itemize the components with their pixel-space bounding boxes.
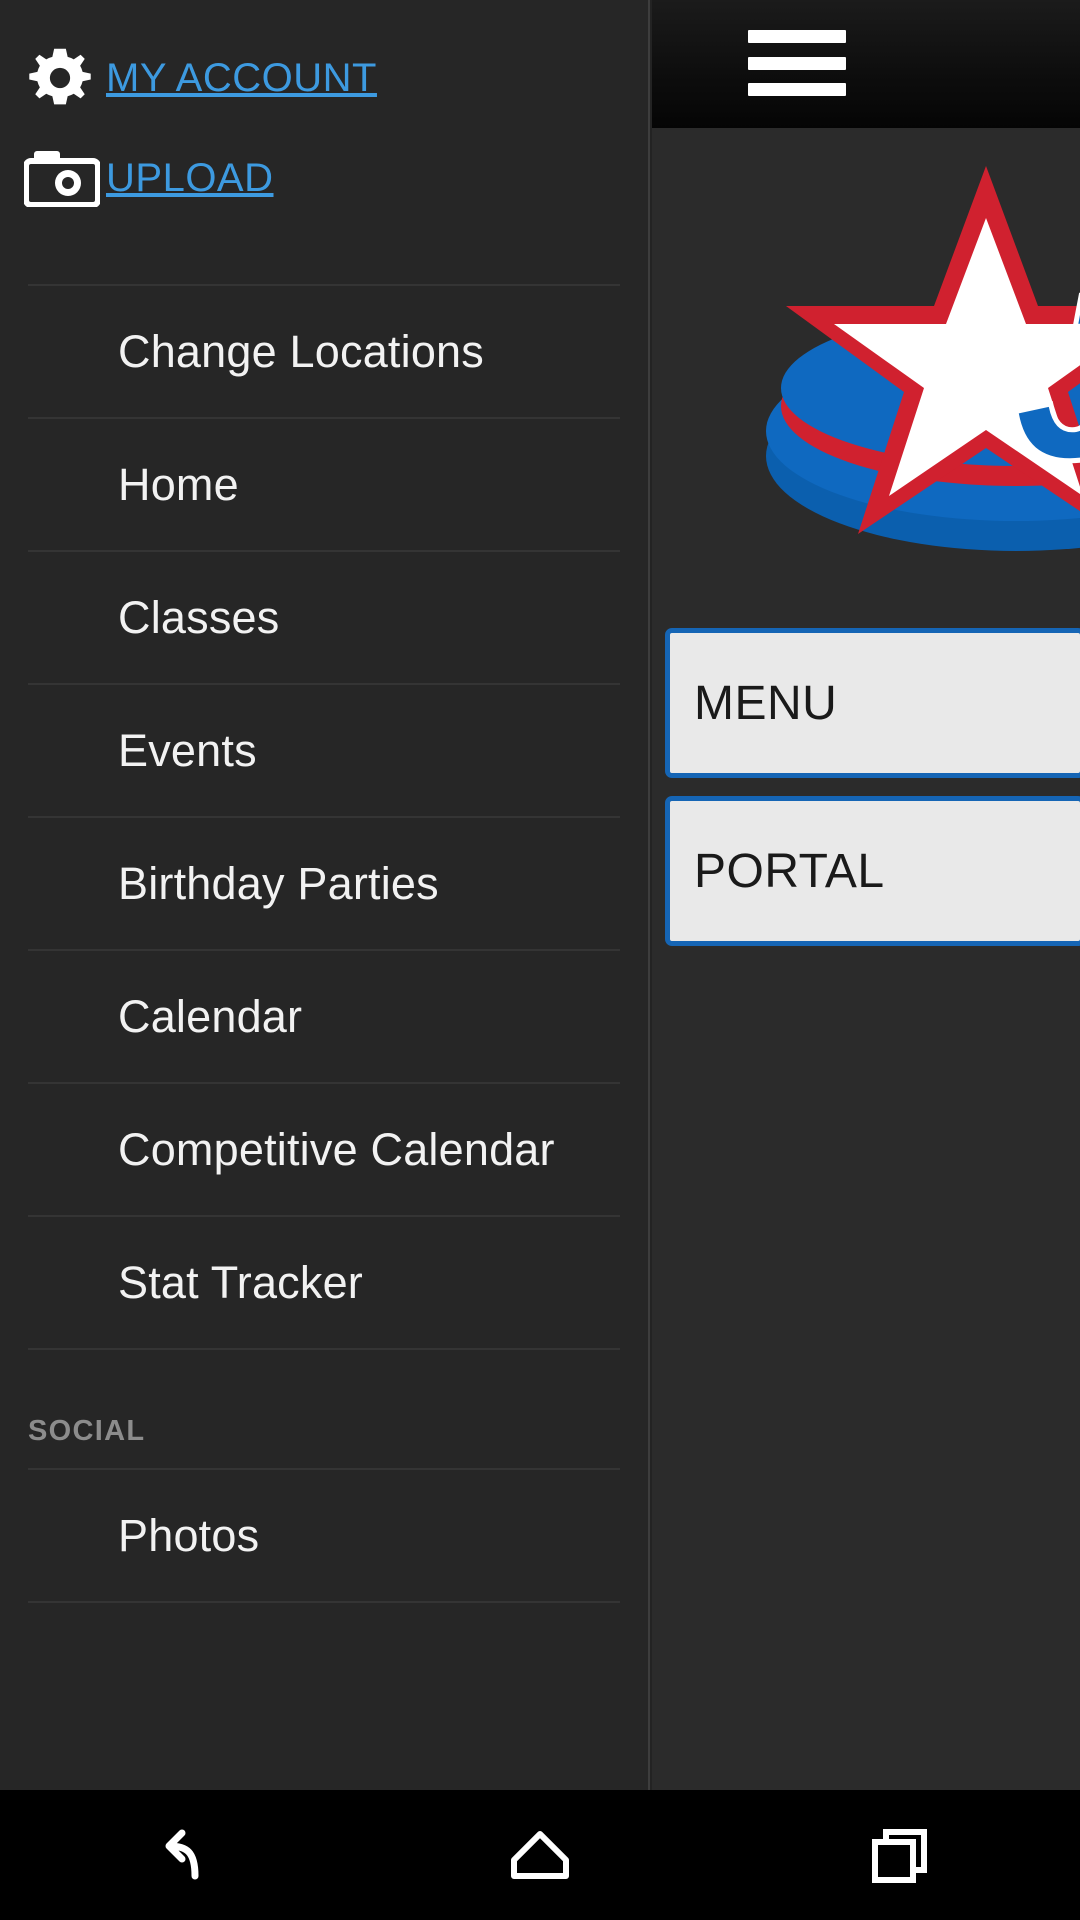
drawer-link-upload[interactable]: UPLOAD <box>0 128 648 228</box>
sidebar-item-home[interactable]: Home <box>0 419 648 550</box>
drawer-link-label: UPLOAD <box>106 155 274 200</box>
sidebar-item-stat-tracker[interactable]: Stat Tracker <box>0 1217 648 1348</box>
hamburger-bar <box>748 30 846 43</box>
svg-text:J: J <box>1016 248 1080 505</box>
sidebar-item-classes[interactable]: Classes <box>0 552 648 683</box>
app-top-bar <box>652 0 1080 128</box>
android-navigation-bar <box>0 1790 1080 1920</box>
sidebar-item-birthday-parties[interactable]: Birthday Parties <box>0 818 648 949</box>
hamburger-bar <box>748 56 846 70</box>
navigation-drawer: MY ACCOUNT UPLOAD Change Locations Home <box>0 0 650 1790</box>
drawer-header: MY ACCOUNT UPLOAD <box>0 0 648 284</box>
drawer-spacer <box>0 1350 648 1394</box>
gear-icon <box>24 42 106 114</box>
drawer-link-my-account[interactable]: MY ACCOUNT <box>0 28 648 128</box>
sidebar-section-social: SOCIAL <box>28 1414 146 1447</box>
home-icon[interactable] <box>360 1790 720 1920</box>
main-content: J G MENU PORTAL <box>652 0 1080 1790</box>
back-icon[interactable] <box>0 1790 360 1920</box>
button-spacer <box>652 778 1080 796</box>
sidebar-item-events[interactable]: Events <box>0 685 648 816</box>
sidebar-item-calendar[interactable]: Calendar <box>0 951 648 1082</box>
drawer-divider <box>28 1601 620 1603</box>
drawer-link-label: MY ACCOUNT <box>106 55 377 100</box>
app-screen: MY ACCOUNT UPLOAD Change Locations Home <box>0 0 1080 1920</box>
portal-button-label: PORTAL <box>694 844 885 898</box>
camera-icon <box>24 149 106 207</box>
logo-area: J G <box>652 128 1080 628</box>
hamburger-bar <box>748 83 846 96</box>
sidebar-item-competitive-calendar[interactable]: Competitive Calendar <box>0 1084 648 1215</box>
jump-star-logo: J G <box>686 156 1080 596</box>
drawer-spacer <box>0 228 648 284</box>
menu-button[interactable]: MENU <box>665 628 1080 778</box>
recents-icon[interactable] <box>720 1790 1080 1920</box>
sidebar-item-change-locations[interactable]: Change Locations <box>0 286 648 417</box>
menu-button-label: MENU <box>694 676 838 730</box>
portal-button[interactable]: PORTAL <box>665 796 1080 946</box>
hamburger-icon[interactable] <box>748 30 846 96</box>
sidebar-item-photos[interactable]: Photos <box>0 1470 648 1601</box>
